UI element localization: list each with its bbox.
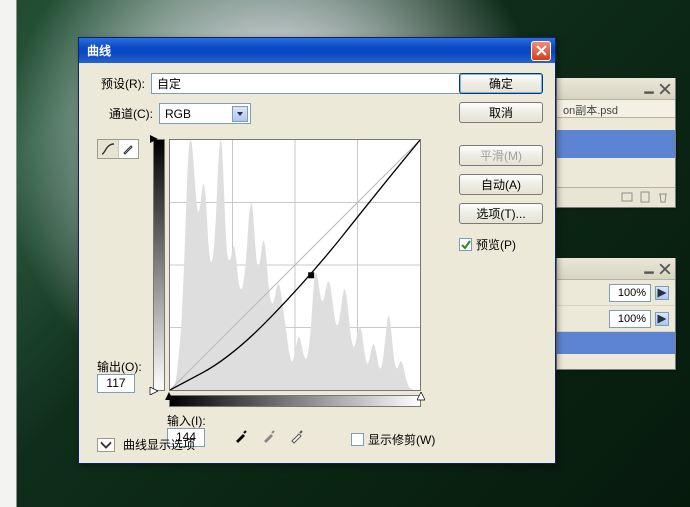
new-snapshot-icon[interactable]	[621, 191, 633, 203]
channel-label: 通道(C):	[109, 105, 153, 122]
titlebar[interactable]: 曲线	[79, 38, 555, 63]
input-label: 输入(I):	[167, 412, 206, 429]
document-tab[interactable]: on副本.psd	[557, 100, 675, 118]
output-field[interactable]: 117	[97, 374, 135, 393]
fill-field[interactable]: 100%	[609, 310, 651, 328]
ruler-vertical	[0, 0, 17, 507]
preview-checkbox[interactable]	[459, 238, 472, 251]
panel-footer	[557, 187, 675, 207]
preview-label: 预览(P)	[476, 236, 516, 253]
output-black-handle[interactable]	[149, 135, 158, 143]
options-button[interactable]: 选项(T)...	[459, 203, 543, 224]
curve-graph[interactable]	[169, 139, 421, 391]
close-button[interactable]	[531, 41, 551, 61]
layers-panel: 100% 100%	[556, 258, 676, 370]
history-panel: on副本.psd	[556, 78, 676, 208]
curve-tool-toggle[interactable]	[97, 139, 139, 159]
close-panel-icon[interactable]	[659, 263, 671, 275]
output-label: 输出(O):	[97, 358, 142, 375]
output-gradient	[153, 139, 165, 391]
output-white-handle[interactable]	[149, 387, 158, 395]
preset-label: 预设(R):	[91, 75, 145, 92]
panel-header	[557, 78, 675, 100]
smooth-button[interactable]: 平滑(M)	[459, 145, 543, 166]
show-clipping-label: 显示修剪(W)	[368, 431, 435, 448]
white-point-eyedropper-icon[interactable]	[287, 426, 307, 446]
fill-flyout-icon[interactable]	[655, 312, 669, 326]
curves-dialog: 曲线 预设(R): 自定 通道(C): RGB	[78, 37, 556, 464]
opacity-row: 100%	[557, 280, 675, 306]
channel-select[interactable]: RGB	[159, 103, 251, 124]
cancel-button[interactable]: 取消	[459, 102, 543, 123]
preset-value: 自定	[157, 75, 181, 92]
chevron-down-icon[interactable]	[232, 106, 248, 122]
curve-tool-icon[interactable]	[98, 140, 119, 158]
expand-options-icon[interactable]	[97, 438, 115, 452]
opacity-field[interactable]: 100%	[609, 284, 651, 302]
opacity-flyout-icon[interactable]	[655, 286, 669, 300]
dialog-title: 曲线	[87, 42, 531, 59]
minimize-icon[interactable]	[643, 83, 655, 95]
input-white-handle[interactable]	[417, 392, 425, 401]
pencil-tool-icon[interactable]	[119, 140, 139, 158]
input-gradient	[169, 395, 421, 407]
auto-button[interactable]: 自动(A)	[459, 174, 543, 195]
layer-selected[interactable]	[557, 332, 675, 354]
black-point-eyedropper-icon[interactable]	[231, 426, 251, 446]
minimize-icon[interactable]	[643, 263, 655, 275]
input-black-handle[interactable]	[165, 392, 173, 401]
ok-button[interactable]: 确定	[459, 73, 543, 94]
close-panel-icon[interactable]	[659, 83, 671, 95]
new-doc-icon[interactable]	[639, 191, 651, 203]
layers-panel-header	[557, 258, 675, 280]
fill-row: 100%	[557, 306, 675, 332]
channel-value: RGB	[165, 107, 191, 121]
show-clipping-checkbox[interactable]	[351, 433, 364, 446]
expand-options-label: 曲线显示选项	[123, 436, 195, 453]
gray-point-eyedropper-icon[interactable]	[259, 426, 279, 446]
history-item-selected[interactable]	[557, 130, 675, 158]
trash-icon[interactable]	[657, 191, 669, 203]
